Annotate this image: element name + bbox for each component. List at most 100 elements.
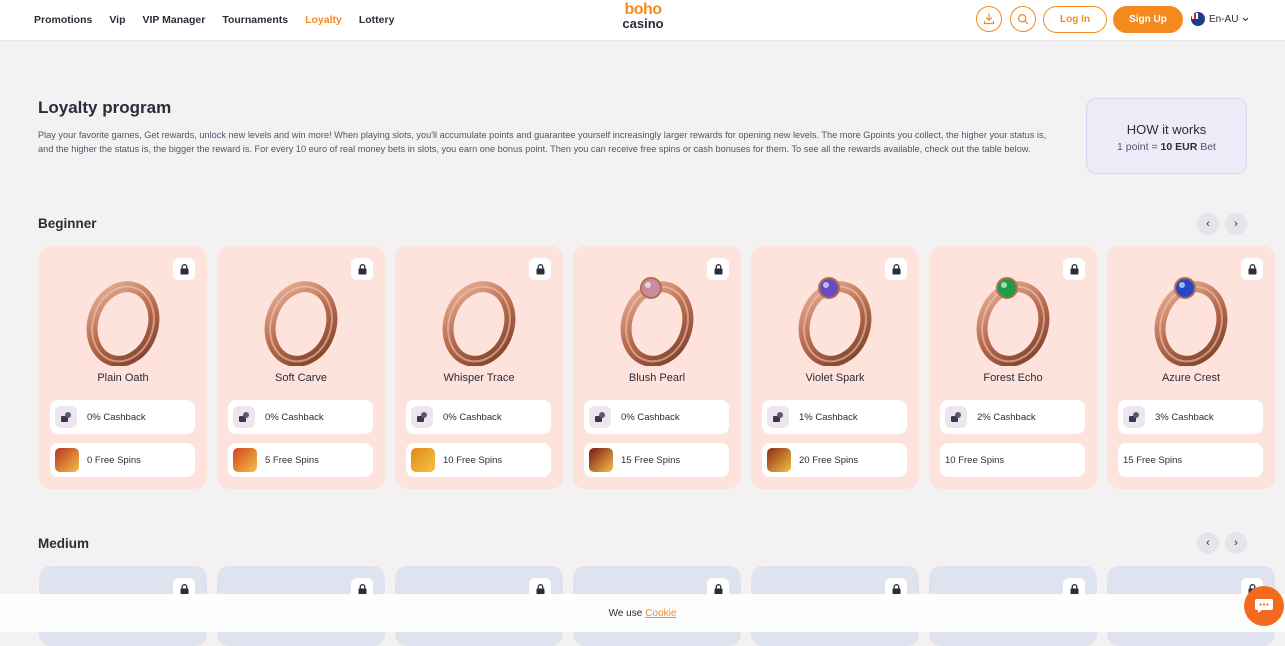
ring-image	[251, 266, 351, 367]
free-spins-value: 15 Free Spins	[621, 454, 681, 466]
chevron-down-icon	[1243, 17, 1249, 21]
ring-image	[607, 266, 707, 367]
ring-icon	[620, 277, 694, 367]
lock-badge	[885, 258, 907, 280]
level-name: Plain Oath	[97, 372, 149, 384]
lock-icon	[714, 263, 722, 274]
ring-icon	[86, 281, 160, 367]
cashback-icon	[239, 412, 249, 422]
download-button[interactable]	[976, 6, 1002, 32]
loyalty-level-card[interactable]: Plain Oath 0% Cashback 0 Free Spins	[39, 246, 207, 489]
free-spins-value: 10 Free Spins	[443, 454, 503, 466]
cashback-value: 0% Cashback	[621, 411, 680, 423]
free-spins-value: 15 Free Spins	[1123, 454, 1183, 466]
loyalty-level-card[interactable]: Forest Echo 2% Cashback 10 Free Spins	[929, 246, 1097, 489]
carousel-prev-button[interactable]: ‹	[1197, 532, 1219, 554]
nav-tournaments[interactable]: Tournaments	[222, 14, 288, 26]
language-selector[interactable]: En-AU	[1191, 12, 1249, 26]
ring-icon	[264, 281, 338, 367]
lock-badge	[1063, 258, 1085, 280]
game-thumbnail-icon	[411, 448, 435, 472]
game-thumbnail-icon	[55, 448, 79, 472]
beginner-section-title: Beginner	[38, 216, 97, 231]
lock-icon	[536, 583, 544, 594]
loyalty-description: Play your favorite games, Get rewards, u…	[38, 130, 1047, 154]
ring-image	[73, 266, 173, 367]
ring-icon	[442, 281, 516, 367]
chat-button[interactable]	[1244, 586, 1284, 626]
lock-icon	[180, 583, 188, 594]
cashback-icon-box	[945, 406, 967, 428]
level-name: Violet Spark	[805, 372, 865, 384]
cookie-banner: We use Cookie	[0, 594, 1285, 632]
game-thumbnail-icon	[589, 448, 613, 472]
lock-icon	[1248, 263, 1256, 274]
rate-suffix: Bet	[1197, 141, 1216, 153]
lock-badge	[707, 258, 729, 280]
lock-badge	[173, 258, 195, 280]
free-spins-row: 5 Free Spins	[228, 443, 373, 477]
loyalty-level-card[interactable]: Whisper Trace 0% Cashback 10 Free Spins	[395, 246, 563, 489]
login-button[interactable]: Log In	[1043, 6, 1107, 33]
lock-badge	[529, 258, 551, 280]
lock-icon	[892, 263, 900, 274]
cashback-row: 3% Cashback	[1118, 400, 1263, 434]
rate-prefix: 1 point =	[1117, 141, 1161, 153]
nav-vip-manager[interactable]: VIP Manager	[143, 14, 206, 26]
lock-icon	[358, 263, 366, 274]
free-spins-value: 5 Free Spins	[265, 454, 319, 466]
cookie-link[interactable]: Cookie	[645, 608, 676, 619]
level-name: Whisper Trace	[443, 372, 515, 384]
cashback-icon-box	[767, 406, 789, 428]
loyalty-level-card[interactable]: Violet Spark 1% Cashback 20 Free Spins	[751, 246, 919, 489]
game-thumbnail-icon	[233, 448, 257, 472]
cashback-value: 2% Cashback	[977, 411, 1036, 423]
lock-icon	[892, 583, 900, 594]
carousel-next-button[interactable]: ›	[1225, 532, 1247, 554]
free-spins-row: 20 Free Spins	[762, 443, 907, 477]
ring-image	[785, 266, 885, 367]
lock-icon	[714, 583, 722, 594]
cashback-icon-box	[589, 406, 611, 428]
loyalty-level-card[interactable]: Soft Carve 0% Cashback 5 Free Spins	[217, 246, 385, 489]
how-it-works-title: HOW it works	[1126, 122, 1207, 137]
cashback-row: 0% Cashback	[406, 400, 551, 434]
loyalty-level-card[interactable]: Azure Crest 3% Cashback 15 Free Spins	[1107, 246, 1275, 489]
nav-lottery[interactable]: Lottery	[359, 14, 395, 26]
carousel-prev-button[interactable]: ‹	[1197, 213, 1219, 235]
game-thumbnail-icon	[767, 448, 791, 472]
lock-badge	[1241, 258, 1263, 280]
signup-button[interactable]: Sign Up	[1113, 6, 1183, 33]
nav-promotions[interactable]: Promotions	[34, 14, 92, 26]
cashback-icon	[61, 412, 71, 422]
carousel-next-button[interactable]: ›	[1225, 213, 1247, 235]
cashback-value: 1% Cashback	[799, 411, 858, 423]
nav-vip[interactable]: Vip	[109, 14, 125, 26]
cashback-icon	[951, 412, 961, 422]
cashback-icon-box	[411, 406, 433, 428]
ring-icon	[798, 277, 872, 367]
logo-bottom-text: casino	[622, 16, 664, 31]
cashback-row: 0% Cashback	[50, 400, 195, 434]
search-icon	[1017, 13, 1029, 25]
download-icon	[983, 13, 995, 25]
chat-icon	[1255, 599, 1273, 613]
free-spins-row: 10 Free Spins	[406, 443, 551, 477]
ring-image	[429, 266, 529, 367]
free-spins-value: 20 Free Spins	[799, 454, 859, 466]
loyalty-level-card[interactable]: Blush Pearl 0% Cashback 15 Free Spins	[573, 246, 741, 489]
search-button[interactable]	[1010, 6, 1036, 32]
medium-section-title: Medium	[38, 536, 90, 551]
level-name: Azure Crest	[1161, 372, 1221, 384]
free-spins-value: 10 Free Spins	[945, 454, 1005, 466]
cashback-row: 1% Cashback	[762, 400, 907, 434]
cashback-icon-box	[55, 406, 77, 428]
nav-loyalty[interactable]: Loyalty	[305, 14, 342, 26]
cashback-row: 2% Cashback	[940, 400, 1085, 434]
lock-icon	[536, 263, 544, 274]
free-spins-value: 0 Free Spins	[87, 454, 141, 466]
cashback-value: 0% Cashback	[87, 411, 146, 423]
cashback-icon	[1129, 412, 1139, 422]
how-it-works-box: HOW it works 1 point = 10 EUR Bet	[1086, 98, 1247, 174]
site-logo[interactable]: boho casino	[617, 2, 669, 36]
